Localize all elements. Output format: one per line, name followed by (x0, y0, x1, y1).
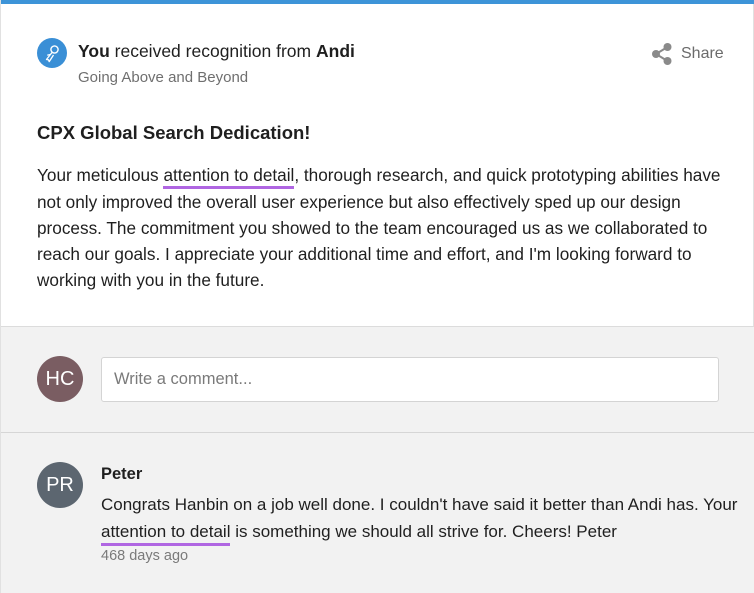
share-label: Share (681, 45, 724, 62)
recognition-message: Your meticulous attention to detail, tho… (37, 162, 727, 293)
share-icon (652, 43, 672, 65)
comment-input[interactable] (101, 357, 719, 402)
recipient-name: You (78, 41, 110, 61)
avatar[interactable]: PR (37, 462, 83, 508)
share-button[interactable]: Share (651, 42, 724, 66)
recognition-headline: You received recognition from Andi (78, 41, 355, 62)
award-ribbon-icon (37, 38, 67, 68)
divider (1, 432, 754, 433)
comment-text: Congrats Hanbin on a job well done. I co… (101, 491, 741, 546)
comment-author[interactable]: Peter (101, 465, 142, 484)
avatar: HC (37, 356, 83, 402)
sender-name[interactable]: Andi (316, 41, 355, 61)
recognition-title: CPX Global Search Dedication! (37, 122, 311, 143)
card-accent-bar (1, 0, 754, 4)
highlighted-value: attention to detail (163, 164, 295, 189)
comment-text-part: Congrats Hanbin on a job well done. I co… (101, 495, 738, 514)
received-text: received recognition from (114, 41, 312, 61)
comment-timestamp: 468 days ago (101, 548, 189, 564)
award-name: Going Above and Beyond (78, 69, 249, 86)
recognition-card: You received recognition from Andi Going… (0, 0, 754, 593)
highlighted-value: attention to detail (101, 521, 231, 546)
comment-text-part: is something we should all strive for. C… (230, 522, 617, 541)
message-text: Your meticulous (37, 165, 164, 185)
